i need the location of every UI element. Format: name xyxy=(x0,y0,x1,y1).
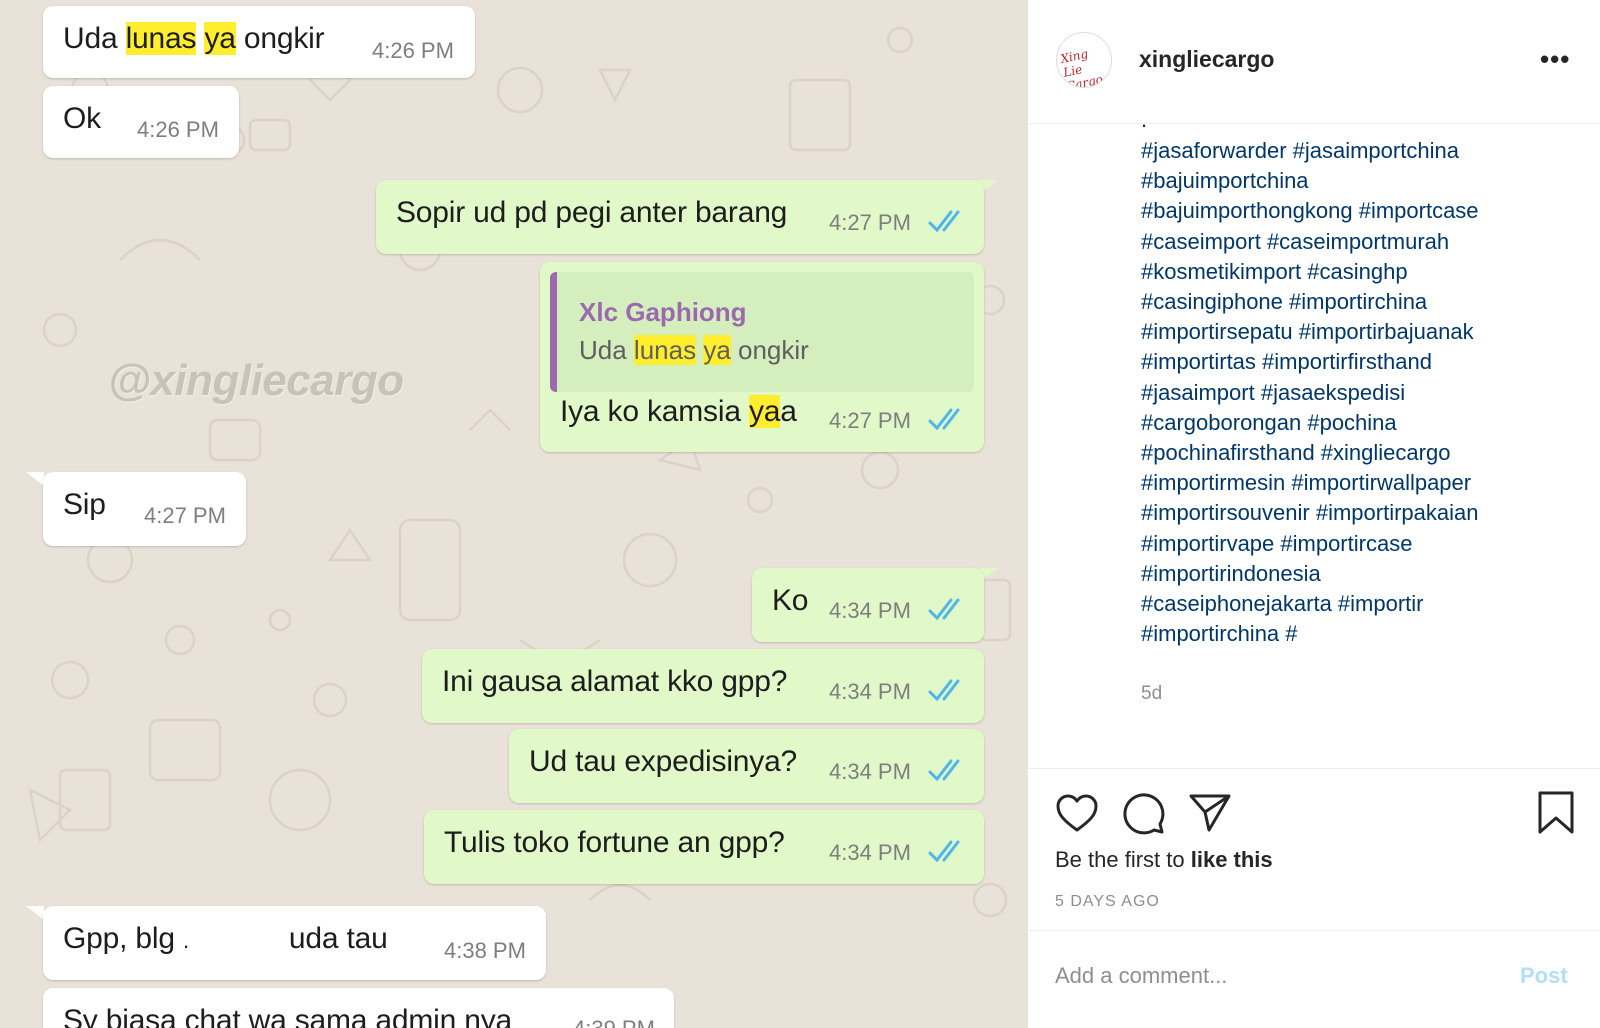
message-time: 4:39 PM xyxy=(573,1016,655,1028)
message-text: Uda lunas ya ongkir xyxy=(63,22,325,55)
message-text: Ud tau expedisinya? xyxy=(529,745,798,778)
message-text: Sopir ud pd pegi anter barang xyxy=(396,196,788,229)
message-time: 4:34 PM xyxy=(829,679,911,704)
caption-hashtag-line[interactable]: #casingiphone #importirchina xyxy=(1141,287,1581,317)
chat-message-incoming[interactable]: Uda lunas ya ongkir 4:26 PM xyxy=(43,6,475,78)
quoted-author: Xlc Gaphiong xyxy=(579,297,747,327)
post-header: Xing Lie Cargo xingliecargo ••• xyxy=(1028,0,1600,124)
quoted-message[interactable]: Xlc Gaphiong Uda lunas ya ongkir xyxy=(550,272,974,392)
read-ticks-icon xyxy=(928,679,960,702)
post-comment-button[interactable]: Post xyxy=(1520,963,1568,989)
read-ticks-icon xyxy=(928,598,960,621)
chat-message-outgoing[interactable]: Ini gausa alamat kko gpp? 4:34 PM xyxy=(422,649,984,723)
caption-hashtag-line[interactable]: #importirmesin #importirwallpaper xyxy=(1141,468,1581,498)
more-options-icon[interactable]: ••• xyxy=(1540,46,1570,72)
divider xyxy=(1028,768,1600,769)
chat-message-incoming[interactable]: Gpp, blg . uda tau 4:38 PM xyxy=(43,906,546,980)
chat-watermark: @xingliecargo xyxy=(108,356,404,405)
message-time: 4:38 PM xyxy=(444,938,526,963)
read-ticks-icon xyxy=(928,408,960,431)
caption-hashtag-line[interactable]: #kosmetikimport #casinghp xyxy=(1141,257,1581,287)
chat-message-outgoing[interactable]: Ud tau expedisinya? 4:34 PM xyxy=(509,729,984,803)
caption-hashtag-line[interactable]: #caseiphonejakarta #importir xyxy=(1141,589,1581,619)
share-icon[interactable] xyxy=(1188,792,1232,834)
post-caption: . #jasaforwarder #jasaimportchina #bajuim… xyxy=(1141,107,1581,649)
message-time: 4:26 PM xyxy=(372,38,454,63)
chat-message-outgoing[interactable]: Sopir ud pd pegi anter barang 4:27 PM xyxy=(376,180,984,254)
caption-hashtag-line[interactable]: #bajuimporthongkong #importcase xyxy=(1141,196,1581,226)
caption-hashtag-line[interactable]: #importirvape #importircase xyxy=(1141,529,1581,559)
chat-message-incoming[interactable]: Sip 4:27 PM xyxy=(43,472,246,546)
username-link[interactable]: xingliecargo xyxy=(1139,46,1274,73)
message-text: Ini gausa alamat kko gpp? xyxy=(442,665,788,698)
message-time: 4:27 PM xyxy=(829,408,911,433)
caption-hashtag-line[interactable]: #pochinafirsthand #xingliecargo xyxy=(1141,438,1581,468)
read-ticks-icon xyxy=(928,840,960,863)
post-date: 5 DAYS AGO xyxy=(1055,893,1160,910)
caption-hashtag-line[interactable]: #importirindonesia xyxy=(1141,559,1581,589)
bubble-tail xyxy=(26,472,44,486)
read-ticks-icon xyxy=(928,759,960,782)
chat-message-outgoing-reply[interactable]: Xlc Gaphiong Uda lunas ya ongkir Iya ko … xyxy=(540,262,984,452)
caption-hashtag-line[interactable]: #importirchina # xyxy=(1141,619,1581,649)
instagram-post-panel: Xing Lie Cargo xingliecargo ••• . #jasaf… xyxy=(1027,0,1600,1028)
likes-text: Be the first to like this xyxy=(1055,847,1273,872)
quoted-text: Uda lunas ya ongkir xyxy=(579,335,809,365)
caption-dot: . xyxy=(1141,107,1148,132)
chat-message-outgoing[interactable]: Tulis toko fortune an gpp? 4:34 PM xyxy=(424,810,984,884)
caption-hashtag-line[interactable]: #importirtas #importirfirsthand xyxy=(1141,347,1581,377)
divider xyxy=(1028,930,1600,931)
chat-message-incoming[interactable]: Ok 4:26 PM xyxy=(43,86,239,158)
caption-hashtag-line[interactable]: #jasaimport #jasaekspedisi xyxy=(1141,378,1581,408)
message-time: 4:26 PM xyxy=(137,117,219,142)
chat-message-outgoing[interactable]: Ko 4:34 PM xyxy=(752,568,984,642)
avatar[interactable]: Xing Lie Cargo xyxy=(1056,32,1112,88)
bookmark-icon[interactable] xyxy=(1536,790,1576,836)
message-time: 4:27 PM xyxy=(829,210,911,235)
caption-hashtag-line[interactable]: #importirsepatu #importirbajuanak xyxy=(1141,317,1581,347)
caption-hashtag-line[interactable]: #importirsouvenir #importirpakaian xyxy=(1141,498,1581,528)
caption-hashtag-line[interactable]: #jasaforwarder #jasaimportchina xyxy=(1141,136,1581,166)
read-ticks-icon xyxy=(928,210,960,233)
message-time: 4:34 PM xyxy=(829,840,911,865)
message-text: Ko xyxy=(772,584,809,617)
message-text: Ok xyxy=(63,102,101,135)
avatar-logo-text: Xing Lie Cargo xyxy=(1059,46,1105,88)
message-time: 4:27 PM xyxy=(144,503,226,528)
message-text: Sip xyxy=(63,488,106,521)
heart-icon[interactable] xyxy=(1055,792,1099,834)
chat-message-incoming[interactable]: Sy biasa chat wa sama admin nya 4:39 PM xyxy=(43,988,674,1028)
message-time: 4:34 PM xyxy=(829,759,911,784)
caption-time-ago: 5d xyxy=(1141,683,1163,704)
comment-input[interactable]: Add a comment... xyxy=(1055,963,1227,989)
comment-icon[interactable] xyxy=(1122,792,1166,836)
message-text: Sy biasa chat wa sama admin nya xyxy=(63,1004,513,1028)
bubble-tail xyxy=(26,906,44,920)
like-this-link[interactable]: like this xyxy=(1191,847,1273,872)
message-text: Gpp, blg . uda tau xyxy=(63,922,388,955)
caption-hashtag-line[interactable]: #cargoborongan #pochina xyxy=(1141,408,1581,438)
chat-screenshot: @xingliecargo Uda lunas ya ongkir 4:26 P… xyxy=(0,0,1027,1028)
caption-hashtag-line[interactable]: #caseimport #caseimportmurah xyxy=(1141,227,1581,257)
message-time: 4:34 PM xyxy=(829,598,911,623)
caption-hashtag-line[interactable]: #bajuimportchina xyxy=(1141,166,1581,196)
message-text: Iya ko kamsia yaa xyxy=(560,395,797,428)
message-text: Tulis toko fortune an gpp? xyxy=(444,826,785,859)
